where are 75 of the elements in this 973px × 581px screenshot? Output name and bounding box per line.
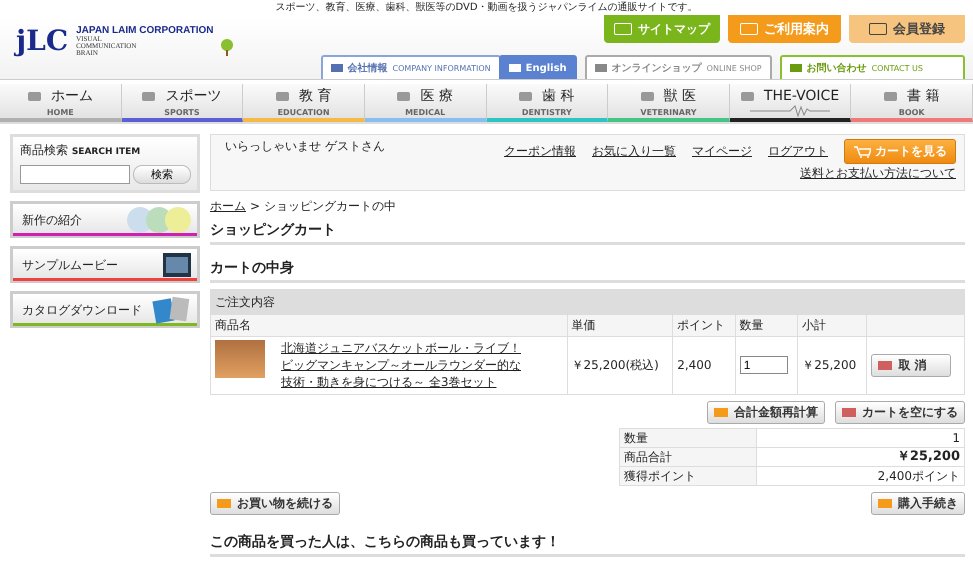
table-cell: 数量	[620, 428, 756, 448]
discs-icon	[127, 206, 191, 234]
waveform-icon	[750, 104, 830, 117]
table-cell: 2,400ポイント	[756, 466, 964, 486]
header-tab[interactable]: 会社情報 COMPANY INFORMATION	[320, 55, 501, 79]
nav-tab[interactable]: 歯 科 DENTISTRY	[486, 84, 608, 122]
breadcrumb-link[interactable]: ホーム	[210, 199, 246, 214]
column-header: 小計	[798, 314, 867, 336]
nav-tab[interactable]: 教 育 EDUCATION	[243, 84, 365, 122]
table-cell: ￥25,200	[756, 447, 964, 466]
photo-placeholder	[215, 340, 265, 378]
section-heading: カートの中身	[210, 253, 965, 284]
column-header: 単価	[567, 314, 673, 336]
tree-icon	[220, 38, 234, 56]
sidebar-banner[interactable]: 新作の紹介	[10, 201, 200, 238]
nav-label: 歯 科	[542, 88, 575, 105]
nav-label: スポーツ	[165, 88, 222, 105]
header-button[interactable]: 会員登録	[849, 15, 965, 43]
column-header: 数量	[735, 314, 798, 336]
nav-tab[interactable]: THE-VOICE	[730, 84, 852, 122]
remove-button[interactable]: 取 消	[871, 354, 952, 377]
header-link[interactable]: クーポン情報	[504, 144, 576, 159]
nav-sublabel: EDUCATION	[278, 108, 330, 117]
nav-tab[interactable]: 医 療 MEDICAL	[364, 84, 486, 122]
header-tab[interactable]: English	[498, 55, 577, 79]
sidebar-banner[interactable]: サンプルムービー	[10, 246, 200, 284]
table-cell: 商品合計	[620, 447, 756, 466]
nav-sublabel: DENTISTRY	[522, 108, 572, 117]
payment-link[interactable]: 送料とお支払い方法について	[800, 166, 956, 180]
nav-label: 獣 医	[664, 88, 696, 105]
search-button[interactable]: 検索	[133, 165, 191, 184]
header-tab[interactable]: オンラインショップ ONLINE SHOP	[584, 55, 772, 79]
nav-tab[interactable]: スポーツ SPORTS	[122, 84, 244, 122]
nav-label: 書 籍	[906, 88, 940, 105]
nav-label: THE-VOICE	[764, 88, 840, 105]
continue-shopping-button[interactable]: お買い物を続ける	[210, 492, 340, 515]
nav-label: ホーム	[50, 88, 93, 105]
nav-sublabel: MEDICAL	[405, 108, 446, 117]
table-cell: 2,400	[672, 336, 736, 394]
film-icon	[163, 253, 191, 278]
breadcrumb-current: ショッピングカートの中	[264, 199, 396, 214]
search-sublabel: SEARCH ITEM	[72, 147, 140, 157]
table-caption: ご注文内容	[210, 290, 964, 315]
empty-cart-button[interactable]: カートを空にする	[835, 400, 965, 424]
nav-sublabel: SPORTS	[164, 108, 200, 117]
nav-sublabel: VETERINARY	[640, 108, 696, 117]
header-link[interactable]: ログアウト	[768, 144, 828, 159]
table-cell: 獲得ポイント	[620, 466, 756, 486]
breadcrumb-separator: >	[250, 199, 260, 214]
column-header: ポイント	[672, 314, 736, 336]
recalculate-button[interactable]: 合計金額再計算	[707, 400, 825, 424]
nav-tab[interactable]: 書 籍 BOOK	[851, 84, 973, 122]
logo-mark[interactable]: jLC	[14, 23, 70, 59]
nav-sublabel: BOOK	[898, 108, 925, 117]
column-header: 商品名	[210, 314, 567, 336]
table-cell: ￥25,200	[798, 336, 867, 394]
welcome-text: いらっしゃいませ ゲストさん	[225, 139, 385, 155]
search-title: 商品検索	[20, 143, 69, 157]
nav-label: 教 育	[298, 88, 332, 105]
quantity-field[interactable]: 1	[740, 356, 788, 374]
nav-tab[interactable]: 獣 医 VETERINARY	[608, 84, 730, 122]
section-heading: この商品を買った人は、こちらの商品も買っています！	[210, 526, 965, 557]
catalog-icon	[151, 296, 191, 324]
nav-sublabel: HOME	[46, 108, 74, 117]
table-cell: 1	[756, 428, 964, 448]
checkout-button[interactable]: 購入手続き	[871, 492, 965, 515]
header-link[interactable]: マイページ	[692, 144, 752, 159]
search-field[interactable]	[20, 165, 130, 184]
nav-tab[interactable]: ホーム HOME	[0, 84, 122, 122]
sidebar-banner[interactable]: カタログダウンロード	[10, 291, 200, 328]
page-title: ショッピングカート	[210, 215, 965, 246]
header-link[interactable]: お気に入り一覧	[592, 144, 676, 159]
company-name: JAPAN LAIM CORPORATION	[76, 25, 214, 36]
table-cell: ￥25,200(税込)	[567, 336, 673, 394]
nav-label: 医 療	[420, 88, 453, 105]
